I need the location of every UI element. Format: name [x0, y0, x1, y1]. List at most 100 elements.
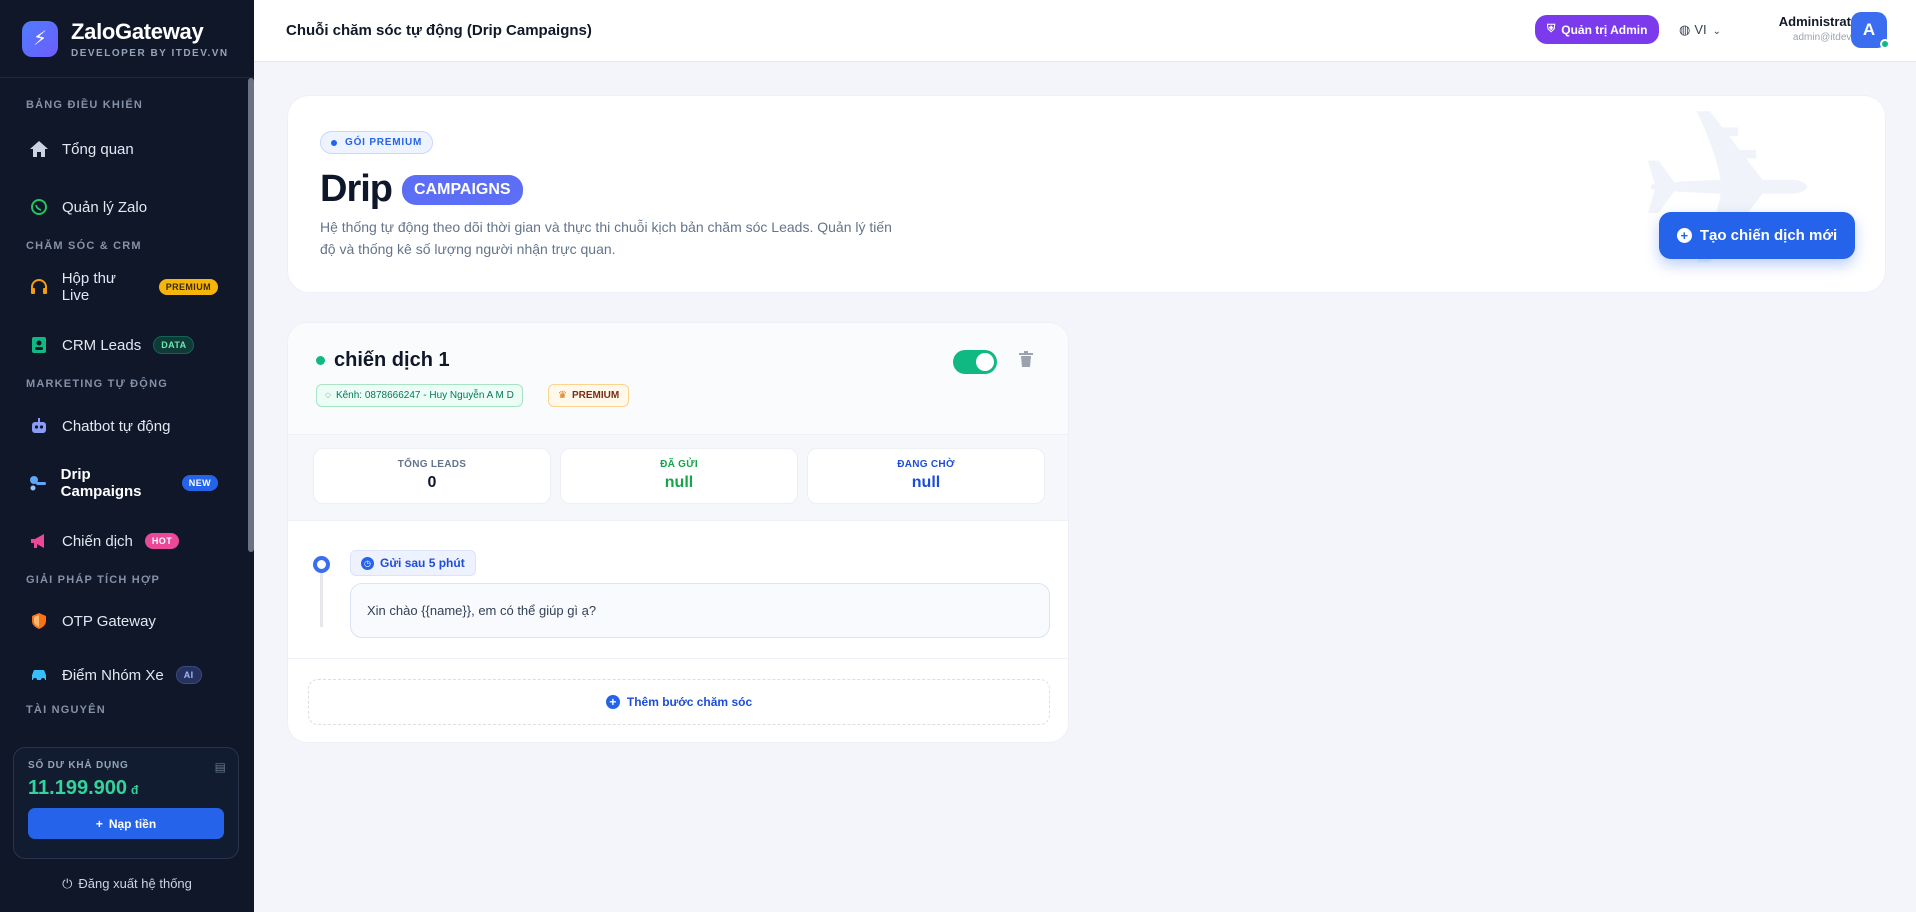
section-integrations: GIẢI PHÁP TÍCH HỢP — [26, 574, 161, 586]
divider — [288, 658, 1068, 659]
language-selector[interactable]: ◍ VI ⌄ — [1679, 22, 1721, 38]
create-campaign-button[interactable]: + Tạo chiến dịch mới — [1659, 212, 1855, 259]
brand-title: ZaloGateway — [71, 18, 204, 44]
campaign-card: chiến dịch 1 ◌ Kênh: 0878666247 - Huy Ngu… — [287, 322, 1069, 743]
language-label: VI — [1694, 22, 1707, 37]
badge-dot — [331, 139, 337, 146]
robot-icon — [26, 415, 52, 437]
plus-circle-icon: + — [1676, 228, 1692, 243]
sidebar-item-otp-gateway[interactable]: OTP Gateway — [26, 606, 218, 636]
admin-label: Quản trị Admin — [1561, 22, 1648, 37]
active-status-dot — [316, 356, 325, 365]
hot-badge: HOT — [144, 533, 180, 549]
sidebar-scrollbar[interactable] — [248, 78, 254, 552]
stat-label: ĐANG CHỜ — [897, 459, 955, 470]
timeline-dot — [313, 556, 330, 573]
sidebar-item-label: OTP Gateway — [62, 612, 156, 630]
trash-icon[interactable] — [1018, 350, 1034, 373]
stat-label: ĐÃ GỬI — [660, 459, 698, 470]
section-crm: CHĂM SÓC & CRM — [26, 240, 142, 252]
wallet-currency: đ — [131, 783, 139, 797]
channel-chip: ◌ Kênh: 0878666247 - Huy Nguyễn A M D — [316, 384, 523, 407]
package-label: GÓI PREMIUM — [345, 137, 423, 148]
stat-label: TỔNG LEADS — [397, 459, 467, 470]
sidebar-item-zalo[interactable]: Quản lý Zalo — [26, 192, 218, 222]
stat-value: null — [911, 474, 941, 491]
hero-card: ✈ GÓI PREMIUM Drip CAMPAIGNS Hệ thống tự… — [287, 95, 1886, 293]
new-badge: NEW — [181, 475, 218, 491]
brand-subtitle: DEVELOPER BY ITDEV.VN — [71, 47, 229, 59]
whatsapp-icon: ◌ — [325, 390, 331, 401]
wallet-amount: 11.199.900 — [28, 777, 127, 799]
online-status-dot — [1880, 39, 1890, 49]
sidebar-item-crm-leads[interactable]: CRM Leads DATA — [26, 330, 218, 360]
wallet-balance: 11.199.900 đ — [28, 777, 224, 800]
sidebar-item-live-inbox[interactable]: Hộp thư Live PREMIUM — [26, 270, 218, 304]
stat-value: 0 — [427, 474, 437, 491]
sidebar-item-overview[interactable]: Tổng quan — [26, 134, 218, 164]
sidebar-item-car-group[interactable]: Điểm Nhóm Xe AI — [26, 660, 218, 690]
sidebar-item-label: Tổng quan — [62, 140, 134, 158]
car-icon — [26, 664, 52, 686]
sidebar-item-label: Chiến dịch — [62, 532, 133, 550]
campaign-name-text: chiến dịch 1 — [334, 349, 450, 371]
headset-icon — [26, 276, 52, 298]
channel-label: Kênh: 0878666247 - Huy Nguyễn A M D — [335, 390, 514, 401]
sidebar-item-label: Quản lý Zalo — [62, 198, 148, 216]
campaign-header: chiến dịch 1 ◌ Kênh: 0878666247 - Huy Ngu… — [288, 323, 1068, 435]
sidebar-item-label: Chatbot tự động — [62, 417, 171, 435]
contact-book-icon — [26, 334, 52, 356]
topup-button[interactable]: + Nạp tiền — [28, 808, 224, 839]
sidebar-item-label: Drip Campaigns — [60, 466, 142, 500]
sidebar-item-drip-campaigns[interactable]: Drip Campaigns NEW — [26, 466, 218, 500]
logout-button[interactable]: ⏻ Đăng xuất hệ thống — [0, 876, 254, 892]
hero-title-badge: CAMPAIGNS — [402, 174, 523, 205]
stat-total-leads: TỔNG LEADS 0 — [313, 448, 551, 504]
tier-label: PREMIUM — [571, 390, 620, 401]
step-message[interactable]: Xin chào {{name}}, em có thể giúp gì ạ? — [350, 583, 1050, 638]
logout-label: Đăng xuất hệ thống — [78, 876, 192, 891]
premium-chip: ♛ PREMIUM — [548, 384, 630, 407]
ai-badge: AI — [175, 666, 202, 684]
user-name: Administrator — [1778, 14, 1864, 29]
admin-button[interactable]: ⛨ Quản trị Admin — [1535, 15, 1660, 44]
wallet-card: SỐ DƯ KHẢ DỤNG ▤ 11.199.900 đ + Nạp tiền — [13, 747, 239, 859]
power-icon: ⏻ — [62, 876, 73, 891]
shield-icon — [26, 610, 52, 632]
add-step-button[interactable]: + Thêm bước chăm sóc — [308, 679, 1050, 725]
shield-icon: ⛨ — [1547, 23, 1556, 35]
hero-title: Drip CAMPAIGNS — [320, 168, 523, 211]
clock-icon: ◷ — [361, 556, 374, 570]
sidebar-item-label: CRM Leads — [62, 336, 142, 354]
sidebar: ⚡ ZaloGateway DEVELOPER BY ITDEV.VN BẢNG… — [0, 0, 254, 912]
package-badge: GÓI PREMIUM — [320, 131, 434, 154]
add-step-label: Thêm bước chăm sóc — [626, 695, 753, 709]
plus-icon: + — [95, 816, 103, 831]
megaphone-icon — [26, 530, 52, 552]
campaign-stats: TỔNG LEADS 0 ĐÃ GỬI null ĐANG CHỜ null — [288, 435, 1068, 521]
step-delay-chip[interactable]: ◷ Gửi sau 5 phút — [350, 550, 476, 576]
sidebar-item-campaigns[interactable]: Chiến dịch HOT — [26, 526, 218, 556]
section-dashboard: BẢNG ĐIỀU KHIỂN — [26, 99, 144, 111]
hero-title-main: Drip — [320, 168, 393, 210]
plus-circle-icon: + — [605, 695, 620, 709]
brand[interactable]: ⚡ ZaloGateway DEVELOPER BY ITDEV.VN — [0, 0, 254, 78]
crown-icon: ♛ — [558, 390, 567, 401]
wallet-label: SỐ DƯ KHẢ DỤNG — [28, 760, 129, 771]
wallet-icon: ▤ — [214, 760, 226, 774]
sidebar-item-chatbot[interactable]: Chatbot tự động — [26, 411, 218, 441]
campaign-toggle[interactable] — [953, 350, 997, 374]
lightning-icon: ⚡ — [22, 20, 58, 57]
toggle-knob — [976, 353, 994, 371]
chevron-down-icon: ⌄ — [1712, 26, 1722, 37]
section-marketing: MARKETING TỰ ĐỘNG — [26, 378, 168, 390]
user-email: admin@itdev.vn — [1792, 32, 1864, 43]
hero-description: Hệ thống tự động theo dõi thời gian và t… — [320, 219, 892, 257]
page-title: Chuỗi chăm sóc tự động (Drip Campaigns) — [286, 22, 592, 39]
stat-value: null — [664, 474, 694, 491]
sidebar-item-label: Hộp thư Live — [61, 270, 116, 304]
scrollbar-thumb[interactable] — [248, 78, 254, 552]
sidebar-nav[interactable]: BẢNG ĐIỀU KHIỂN Tổng quan Quản lý Zalo C… — [0, 78, 254, 728]
globe-icon: ◍ — [1679, 22, 1691, 37]
create-campaign-label: Tạo chiến dịch mới — [1699, 227, 1838, 244]
